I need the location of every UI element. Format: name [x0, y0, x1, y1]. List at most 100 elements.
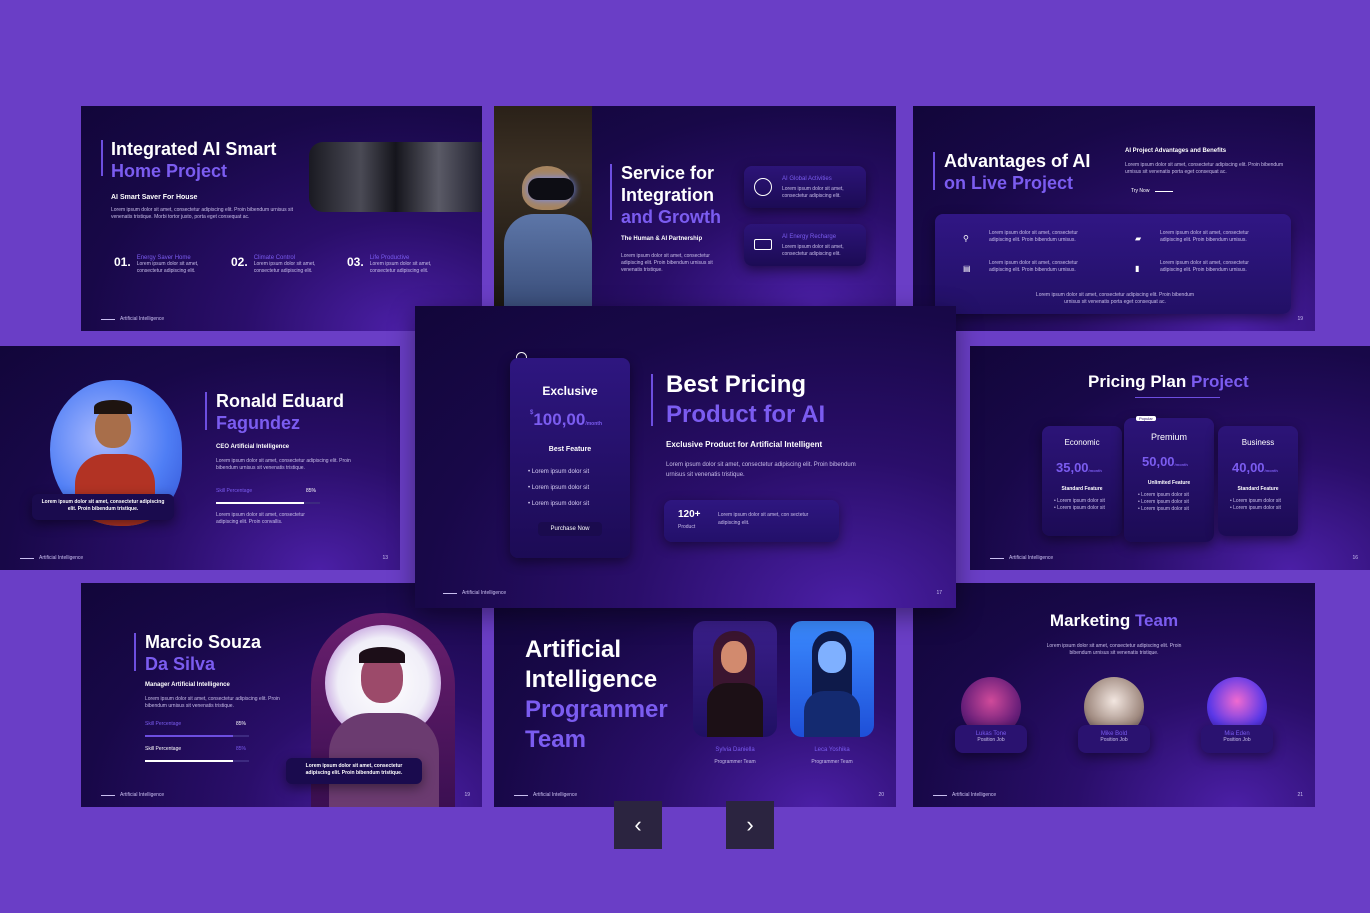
slide-title: Best Pricing Product for AI: [666, 371, 826, 428]
slide-marcio-profile[interactable]: Marcio Souza Da Silva Manager Artificial …: [81, 583, 482, 807]
team-member: Mia Eden Position Job: [1201, 675, 1273, 761]
database-icon: ▮: [1135, 264, 1140, 273]
feature-item: 01. Energy Saver Home Lorem ipsum dolor s…: [114, 255, 199, 274]
globe-icon: [754, 178, 772, 196]
slide-desc: Lorem ipsum dolor sit amet, consectetur …: [111, 207, 294, 220]
profile-name: Marcio Souza Da Silva: [145, 632, 262, 674]
slide-footer: Artificial Intelligence: [514, 792, 577, 798]
stat-box: 120+ Product Lorem ipsum dolor sit amet,…: [664, 500, 839, 542]
slide-footer: Artificial Intelligence: [101, 792, 164, 798]
skill-value: 85%: [236, 721, 247, 727]
page-number: 20: [878, 792, 884, 798]
side-title: AI Project Advantages and Benefits: [1125, 148, 1227, 154]
slide-ronald-profile[interactable]: Lorem ipsum dolor sit amet, consectetur …: [0, 346, 400, 570]
skill-bar: [216, 502, 320, 504]
plan-card-premium[interactable]: Popular Premium 50,00/month Unlimited Fe…: [1124, 416, 1214, 542]
slide-footer: Artificial Intelligence: [990, 555, 1053, 561]
title-underline: [1135, 397, 1220, 398]
chevron-right-icon: ›: [746, 812, 754, 837]
slide-title: Pricing Plan Project: [1088, 372, 1249, 391]
profile-desc: Lorem ipsum dolor sit amet, consectetur …: [216, 458, 351, 471]
slide-pricing-plan[interactable]: Pricing Plan Project Economic 35,00/mont…: [970, 346, 1370, 570]
member-photo: [693, 621, 777, 737]
profile-name: Ronald Eduard Fagundez: [216, 391, 345, 433]
member-name: Leca Yoshika: [814, 747, 850, 753]
chevron-left-icon: ‹: [634, 812, 642, 837]
slide-programmer-team[interactable]: Artificial Intelligence Programmer Team Syl…: [494, 583, 896, 807]
quote-box: Lorem ipsum dolor sit amet, consectetur …: [286, 758, 422, 784]
slide-desc: Lorem ipsum dolor sit amet, consectetur …: [1046, 643, 1182, 656]
slide-title: Advantages of AI on Live Project: [944, 151, 1091, 193]
link-icon: ⚲: [963, 234, 969, 243]
page-number: 16: [1352, 555, 1358, 561]
slide-footer: Artificial Intelligence: [20, 555, 83, 561]
plan-name: Exclusive: [542, 384, 598, 398]
skill-label: Skill Percentage: [145, 746, 182, 752]
quote-box: Lorem ipsum dolor sit amet, consectetur …: [32, 494, 174, 520]
folder-icon: ▰: [1135, 234, 1142, 243]
member-name: Sylvia Daniella: [715, 747, 755, 753]
battery-icon: [754, 239, 772, 250]
slide-title: Service for Integration and Growth: [621, 163, 721, 227]
profile-role: CEO Artificial Intelligence: [216, 444, 290, 450]
member-photo: [790, 621, 874, 737]
member-role: Programmer Team: [714, 759, 756, 765]
page-number: 17: [936, 590, 942, 596]
try-now-button[interactable]: Try Now: [1131, 188, 1174, 194]
feature-list: • Lorem ipsum dolor sit • Lorem ipsum dol…: [528, 469, 590, 507]
slide-footer: Artificial Intelligence: [443, 590, 506, 596]
features-panel: ⚲ Lorem ipsum dolor sit amet, consectetu…: [935, 214, 1291, 314]
slide-subtitle: The Human & AI Partnership: [621, 236, 703, 242]
member-role: Programmer Team: [811, 759, 853, 765]
plan-card-economic[interactable]: Economic 35,00/month Standard Feature • …: [1042, 426, 1122, 536]
title-accent-bar: [651, 374, 653, 426]
slide-smart-home[interactable]: Integrated AI Smart Home Project AI Smart…: [81, 106, 482, 331]
slide-advantages[interactable]: Advantages of AI on Live Project AI Proje…: [913, 106, 1315, 331]
title-accent-bar: [101, 140, 103, 176]
plan-card-business[interactable]: Business 40,00/month Standard Feature • …: [1218, 426, 1298, 536]
title-accent-bar: [205, 392, 207, 430]
slide-footer: Artificial Intelligence: [101, 316, 164, 322]
skill-bar: [145, 735, 249, 737]
slide-subtitle: AI Smart Saver For House: [111, 194, 198, 201]
slide-title: Artificial Intelligence Programmer Team: [525, 636, 668, 753]
profile-desc: Lorem ipsum dolor sit amet, consectetur …: [145, 696, 280, 709]
skill-bar: [145, 760, 249, 762]
team-member: Lukas Tone Position Job: [955, 675, 1027, 761]
page-number: 21: [1297, 792, 1303, 798]
feature-item: 02. Climate Control Lorem ipsum dolor sit…: [231, 255, 316, 274]
slide-marketing-team[interactable]: Marketing Team Lorem ipsum dolor sit ame…: [913, 583, 1315, 807]
plan-price: $100,00/month: [530, 410, 603, 429]
prev-slide-button[interactable]: ‹: [614, 801, 662, 849]
page-number: 19: [1297, 316, 1303, 322]
skill-value: 85%: [236, 746, 247, 752]
feature-title: Best Feature: [548, 446, 592, 453]
service-card[interactable]: AI Energy Recharge Lorem ipsum dolor sit…: [744, 224, 866, 266]
profile-desc-2: Lorem ipsum dolor sit amet, consectetur …: [216, 512, 305, 525]
skill-label: Skill Percentage: [145, 721, 182, 727]
skill-label: Skill Percentage: [216, 488, 253, 494]
document-icon: ▤: [963, 264, 971, 273]
page-number: 19: [464, 792, 470, 798]
slide-desc: Lorem ipsum dolor sit amet, consectetur …: [666, 462, 856, 478]
title-accent-bar: [610, 164, 612, 220]
slide-title: Integrated AI Smart Home Project: [111, 139, 277, 181]
slide-best-pricing[interactable]: Exclusive $100,00/month Best Feature • L…: [415, 306, 956, 608]
skill-value: 85%: [306, 488, 317, 494]
slide-service-integration[interactable]: Service for Integration and Growth The Hum…: [494, 106, 896, 306]
slide-footer: Artificial Intelligence: [933, 792, 996, 798]
service-card[interactable]: AI Global Activities Lorem ipsum dolor s…: [744, 166, 866, 208]
feature-item: 03. Life Productive Lorem ipsum dolor sit…: [347, 255, 432, 274]
pricing-card[interactable]: Exclusive $100,00/month Best Feature • L…: [510, 358, 630, 558]
photo-tech: [309, 142, 482, 212]
page-number: 13: [382, 555, 388, 561]
photo-vr-person: [494, 106, 592, 306]
team-member: Mike Bold Position Job: [1078, 675, 1150, 761]
slide-desc: Lorem ipsum dolor sit amet, consectetur …: [621, 253, 713, 273]
purchase-button[interactable]: Purchase Now: [538, 522, 602, 536]
slide-title: Marketing Team: [1049, 611, 1179, 630]
slide-subtitle: Exclusive Product for Artificial Intelli…: [666, 440, 823, 449]
next-slide-button[interactable]: ›: [726, 801, 774, 849]
profile-role: Manager Artificial Intelligence: [145, 682, 230, 688]
side-desc: Lorem ipsum dolor sit amet, consectetur …: [1125, 162, 1284, 175]
